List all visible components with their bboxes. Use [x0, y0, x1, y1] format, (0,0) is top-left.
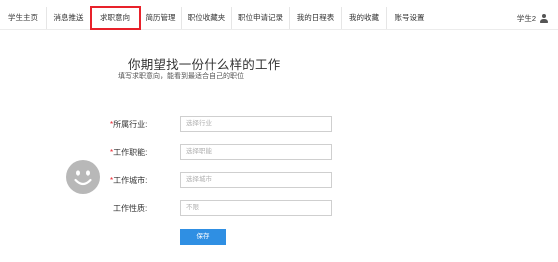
tab-resume-management[interactable]: 简历管理: [140, 7, 182, 29]
nav-divider: [0, 29, 558, 30]
function-row: *工作职能: 选择职能: [110, 144, 332, 160]
tab-my-favorites[interactable]: 我的收藏: [342, 7, 387, 29]
tab-job-favorites[interactable]: 职位收藏夹: [182, 7, 232, 29]
job-type-label: 工作性质:: [113, 203, 148, 213]
job-type-select[interactable]: 不限: [180, 200, 332, 216]
city-label: *工作城市:: [110, 175, 148, 185]
save-button[interactable]: 保存: [180, 229, 226, 245]
industry-row: *所属行业: 选择行业: [110, 116, 332, 132]
function-label: *工作职能:: [110, 147, 148, 157]
user-menu[interactable]: 学生2: [517, 7, 548, 29]
top-nav: 学生主页 消息推送 求职意向 简历管理 职位收藏夹 职位申请记录 我的日程表 我…: [0, 6, 558, 30]
user-name: 学生2: [516, 13, 536, 23]
tab-account-settings[interactable]: 账号设置: [387, 7, 432, 29]
tab-application-records[interactable]: 职位申请记录: [232, 7, 290, 29]
function-select[interactable]: 选择职能: [180, 144, 332, 160]
tab-my-schedule[interactable]: 我的日程表: [290, 7, 342, 29]
tab-student-home[interactable]: 学生主页: [0, 7, 47, 29]
page-subtitle: 填写求职意向，能看到最适合自己的职位: [118, 73, 244, 80]
smiley-face-icon: [66, 160, 100, 194]
city-row: *工作城市: 选择城市: [110, 172, 332, 188]
city-select[interactable]: 选择城市: [180, 172, 332, 188]
tab-job-intention[interactable]: 求职意向: [90, 6, 141, 30]
tab-message-push[interactable]: 消息推送: [47, 7, 91, 29]
job-type-row: 工作性质: 不限: [110, 200, 332, 216]
user-icon: [540, 13, 548, 23]
industry-select[interactable]: 选择行业: [180, 116, 332, 132]
nav-tabs: 学生主页 消息推送 求职意向 简历管理 职位收藏夹 职位申请记录 我的日程表 我…: [0, 6, 432, 30]
industry-label: *所属行业:: [110, 119, 148, 129]
